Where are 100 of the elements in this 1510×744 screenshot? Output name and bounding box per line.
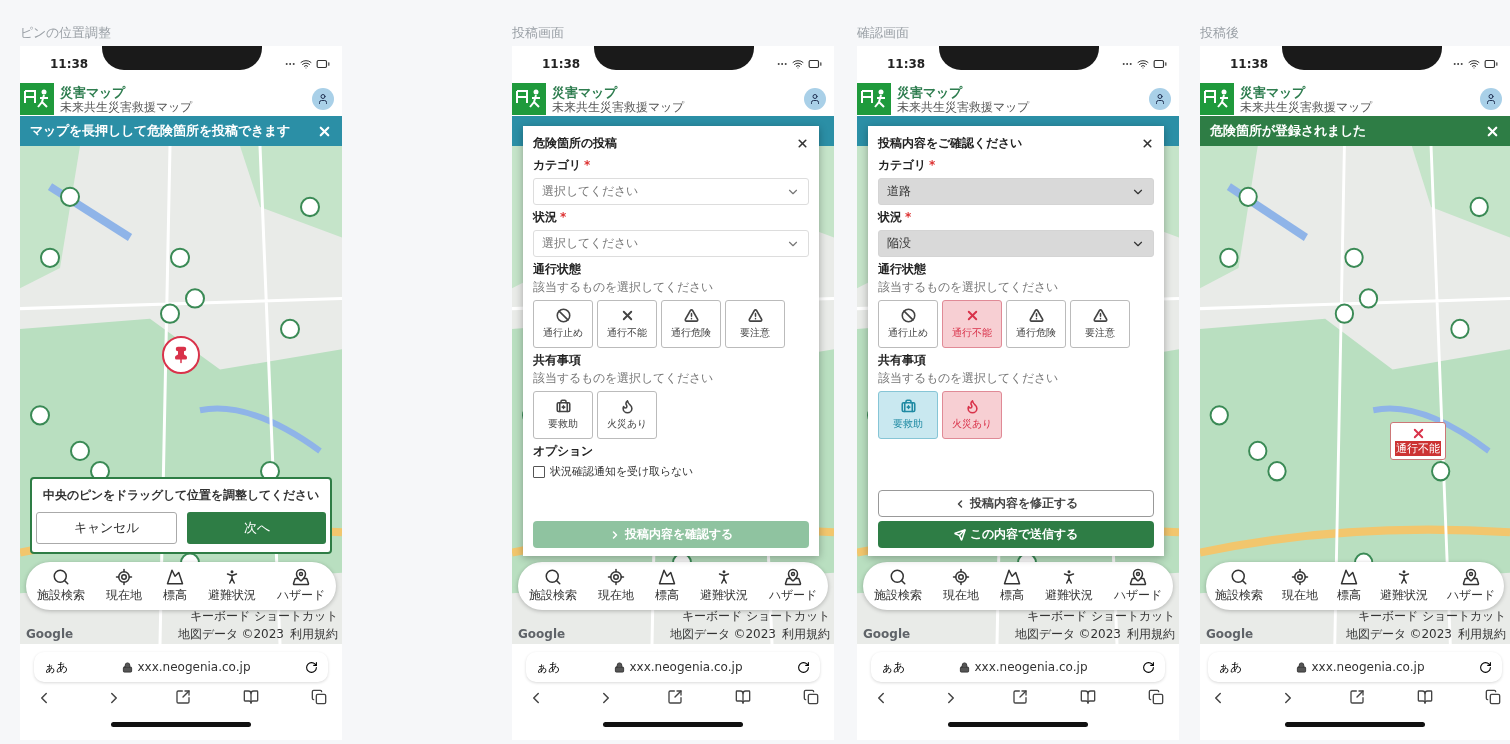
wifi-icon <box>300 58 312 70</box>
map-link[interactable]: キーボード ショートカット <box>682 608 830 625</box>
tabs-icon[interactable] <box>1485 689 1501 705</box>
nav-item[interactable]: ハザード <box>769 568 818 604</box>
url-bar[interactable]: ぁあ xxx.neogenia.co.jp <box>526 652 820 682</box>
nav-item[interactable]: 標高 <box>999 568 1024 604</box>
close-button[interactable] <box>1141 136 1154 150</box>
select-field[interactable]: 選択してください <box>533 230 809 257</box>
map-link[interactable]: 利用規約 <box>1458 626 1506 643</box>
text-size-button[interactable]: ぁあ <box>44 658 68 676</box>
nav-item[interactable]: 施設検索 <box>36 568 85 604</box>
group-label: 共有事項 <box>878 352 927 369</box>
medical-kit-icon <box>900 399 916 414</box>
url-text: xxx.neogenia.co.jp <box>1296 660 1425 674</box>
warning-icon <box>683 308 699 323</box>
screen-caption: 投稿画面 <box>512 24 565 42</box>
nav-item[interactable]: 現在地 <box>942 568 979 604</box>
nav-item[interactable]: 標高 <box>1337 568 1361 604</box>
wifi-icon <box>1137 58 1149 70</box>
nav-item[interactable]: 現在地 <box>597 568 634 604</box>
dialog-title: 危険箇所の投稿 <box>533 134 617 152</box>
nav-item[interactable]: 避難状況 <box>1045 568 1094 604</box>
option-tile[interactable]: 要注意 <box>1070 300 1130 348</box>
reload-icon[interactable] <box>1479 660 1492 674</box>
option-tile[interactable]: 通行危険 <box>661 300 721 348</box>
close-button[interactable] <box>796 136 809 150</box>
nav-item[interactable]: 施設検索 <box>873 568 922 604</box>
tabs-icon[interactable] <box>1148 689 1164 705</box>
url-bar[interactable]: ぁあ xxx.neogenia.co.jp <box>871 652 1165 682</box>
option-tile[interactable]: 要救助 <box>533 391 593 439</box>
option-tile[interactable]: 通行止め <box>878 300 938 348</box>
cancel-button[interactable]: キャンセル <box>36 512 177 544</box>
status-time: 11:38 <box>50 57 89 71</box>
hint-text: 該当するものを選択してください <box>878 279 1059 296</box>
reload-icon[interactable] <box>1142 660 1155 674</box>
share-icon[interactable] <box>175 689 191 705</box>
map-link[interactable]: 利用規約 <box>1127 626 1175 643</box>
nav-item[interactable]: 避難状況 <box>1379 568 1428 604</box>
map-link[interactable]: 利用規約 <box>782 626 830 643</box>
map-link[interactable]: 利用規約 <box>290 626 338 643</box>
send-button[interactable]: この内容で送信する <box>878 521 1154 548</box>
map-link[interactable]: 地図データ ©2023 <box>177 626 284 643</box>
avatar-icon[interactable] <box>312 88 334 110</box>
text-size-button[interactable]: ぁあ <box>536 658 560 676</box>
map-link[interactable]: 地図データ ©2023 <box>1345 626 1452 643</box>
url-bar[interactable]: ぁあ xxx.neogenia.co.jp <box>1208 652 1502 682</box>
reload-icon[interactable] <box>797 660 810 674</box>
field-label: カテゴリ * <box>878 157 937 174</box>
field-label: 状況 * <box>878 209 913 226</box>
nav-item[interactable]: 避難状況 <box>208 568 257 604</box>
tabs-icon[interactable] <box>311 689 327 705</box>
nav-item[interactable]: 施設検索 <box>528 568 577 604</box>
reload-icon[interactable] <box>305 660 318 674</box>
nav-item[interactable]: 施設検索 <box>1215 568 1264 604</box>
share-icon[interactable] <box>667 689 683 705</box>
nav-item[interactable]: ハザード <box>1446 568 1495 604</box>
hint-text: 該当するものを選択してください <box>533 370 714 387</box>
option-tile[interactable]: 火災あり <box>597 391 657 439</box>
hazard-marker[interactable]: 通行不能 <box>1390 422 1446 460</box>
nav-item[interactable]: ハザード <box>1114 568 1163 604</box>
nav-item[interactable]: ハザード <box>277 568 326 604</box>
url-bar[interactable]: ぁあ xxx.neogenia.co.jp <box>34 652 328 682</box>
map-link[interactable]: 地図データ ©2023 <box>669 626 776 643</box>
bookmarks-icon[interactable] <box>243 689 259 705</box>
option-tile[interactable]: 通行危険 <box>1006 300 1066 348</box>
text-size-button[interactable]: ぁあ <box>881 658 905 676</box>
nav-item[interactable]: 現在地 <box>105 568 142 604</box>
url-text: xxx.neogenia.co.jp <box>959 660 1088 674</box>
map-logo: Google <box>26 627 74 641</box>
edit-button[interactable]: 投稿内容を修正する <box>878 490 1154 517</box>
warning-icon <box>1092 308 1108 323</box>
next-button[interactable]: 次へ <box>187 512 326 544</box>
avatar-icon[interactable] <box>1480 88 1502 110</box>
group-label: 通行状態 <box>533 261 582 278</box>
map-link[interactable]: キーボード ショートカット <box>1358 608 1506 625</box>
map-link[interactable]: キーボード ショートカット <box>190 608 338 625</box>
flame-icon <box>964 399 980 414</box>
select-field[interactable]: 選択してください <box>533 178 809 205</box>
option-tile[interactable]: 要注意 <box>725 300 785 348</box>
avatar-icon[interactable] <box>1149 88 1171 110</box>
text-size-button[interactable]: ぁあ <box>1218 658 1242 676</box>
warning-icon <box>747 308 763 323</box>
share-icon[interactable] <box>1349 689 1365 705</box>
location-icon <box>114 568 133 586</box>
checkbox-option[interactable]: 状況確認通知を受け取らない <box>533 464 809 479</box>
avatar-icon[interactable] <box>804 88 826 110</box>
bookmarks-icon[interactable] <box>1417 689 1433 705</box>
nav-item[interactable]: 標高 <box>162 568 187 604</box>
option-tile[interactable]: 通行止め <box>533 300 593 348</box>
map-link[interactable]: 地図データ ©2023 <box>1014 626 1121 643</box>
bookmarks-icon[interactable] <box>1080 689 1096 705</box>
nav-item[interactable]: 現在地 <box>1282 568 1319 604</box>
nav-item[interactable]: 標高 <box>654 568 679 604</box>
nav-item[interactable]: 避難状況 <box>700 568 749 604</box>
bookmarks-icon[interactable] <box>735 689 751 705</box>
tabs-icon[interactable] <box>803 689 819 705</box>
option-tile[interactable]: 通行不能 <box>597 300 657 348</box>
share-icon[interactable] <box>1012 689 1028 705</box>
group-label: オプション <box>533 443 594 460</box>
map-link[interactable]: キーボード ショートカット <box>1027 608 1175 625</box>
